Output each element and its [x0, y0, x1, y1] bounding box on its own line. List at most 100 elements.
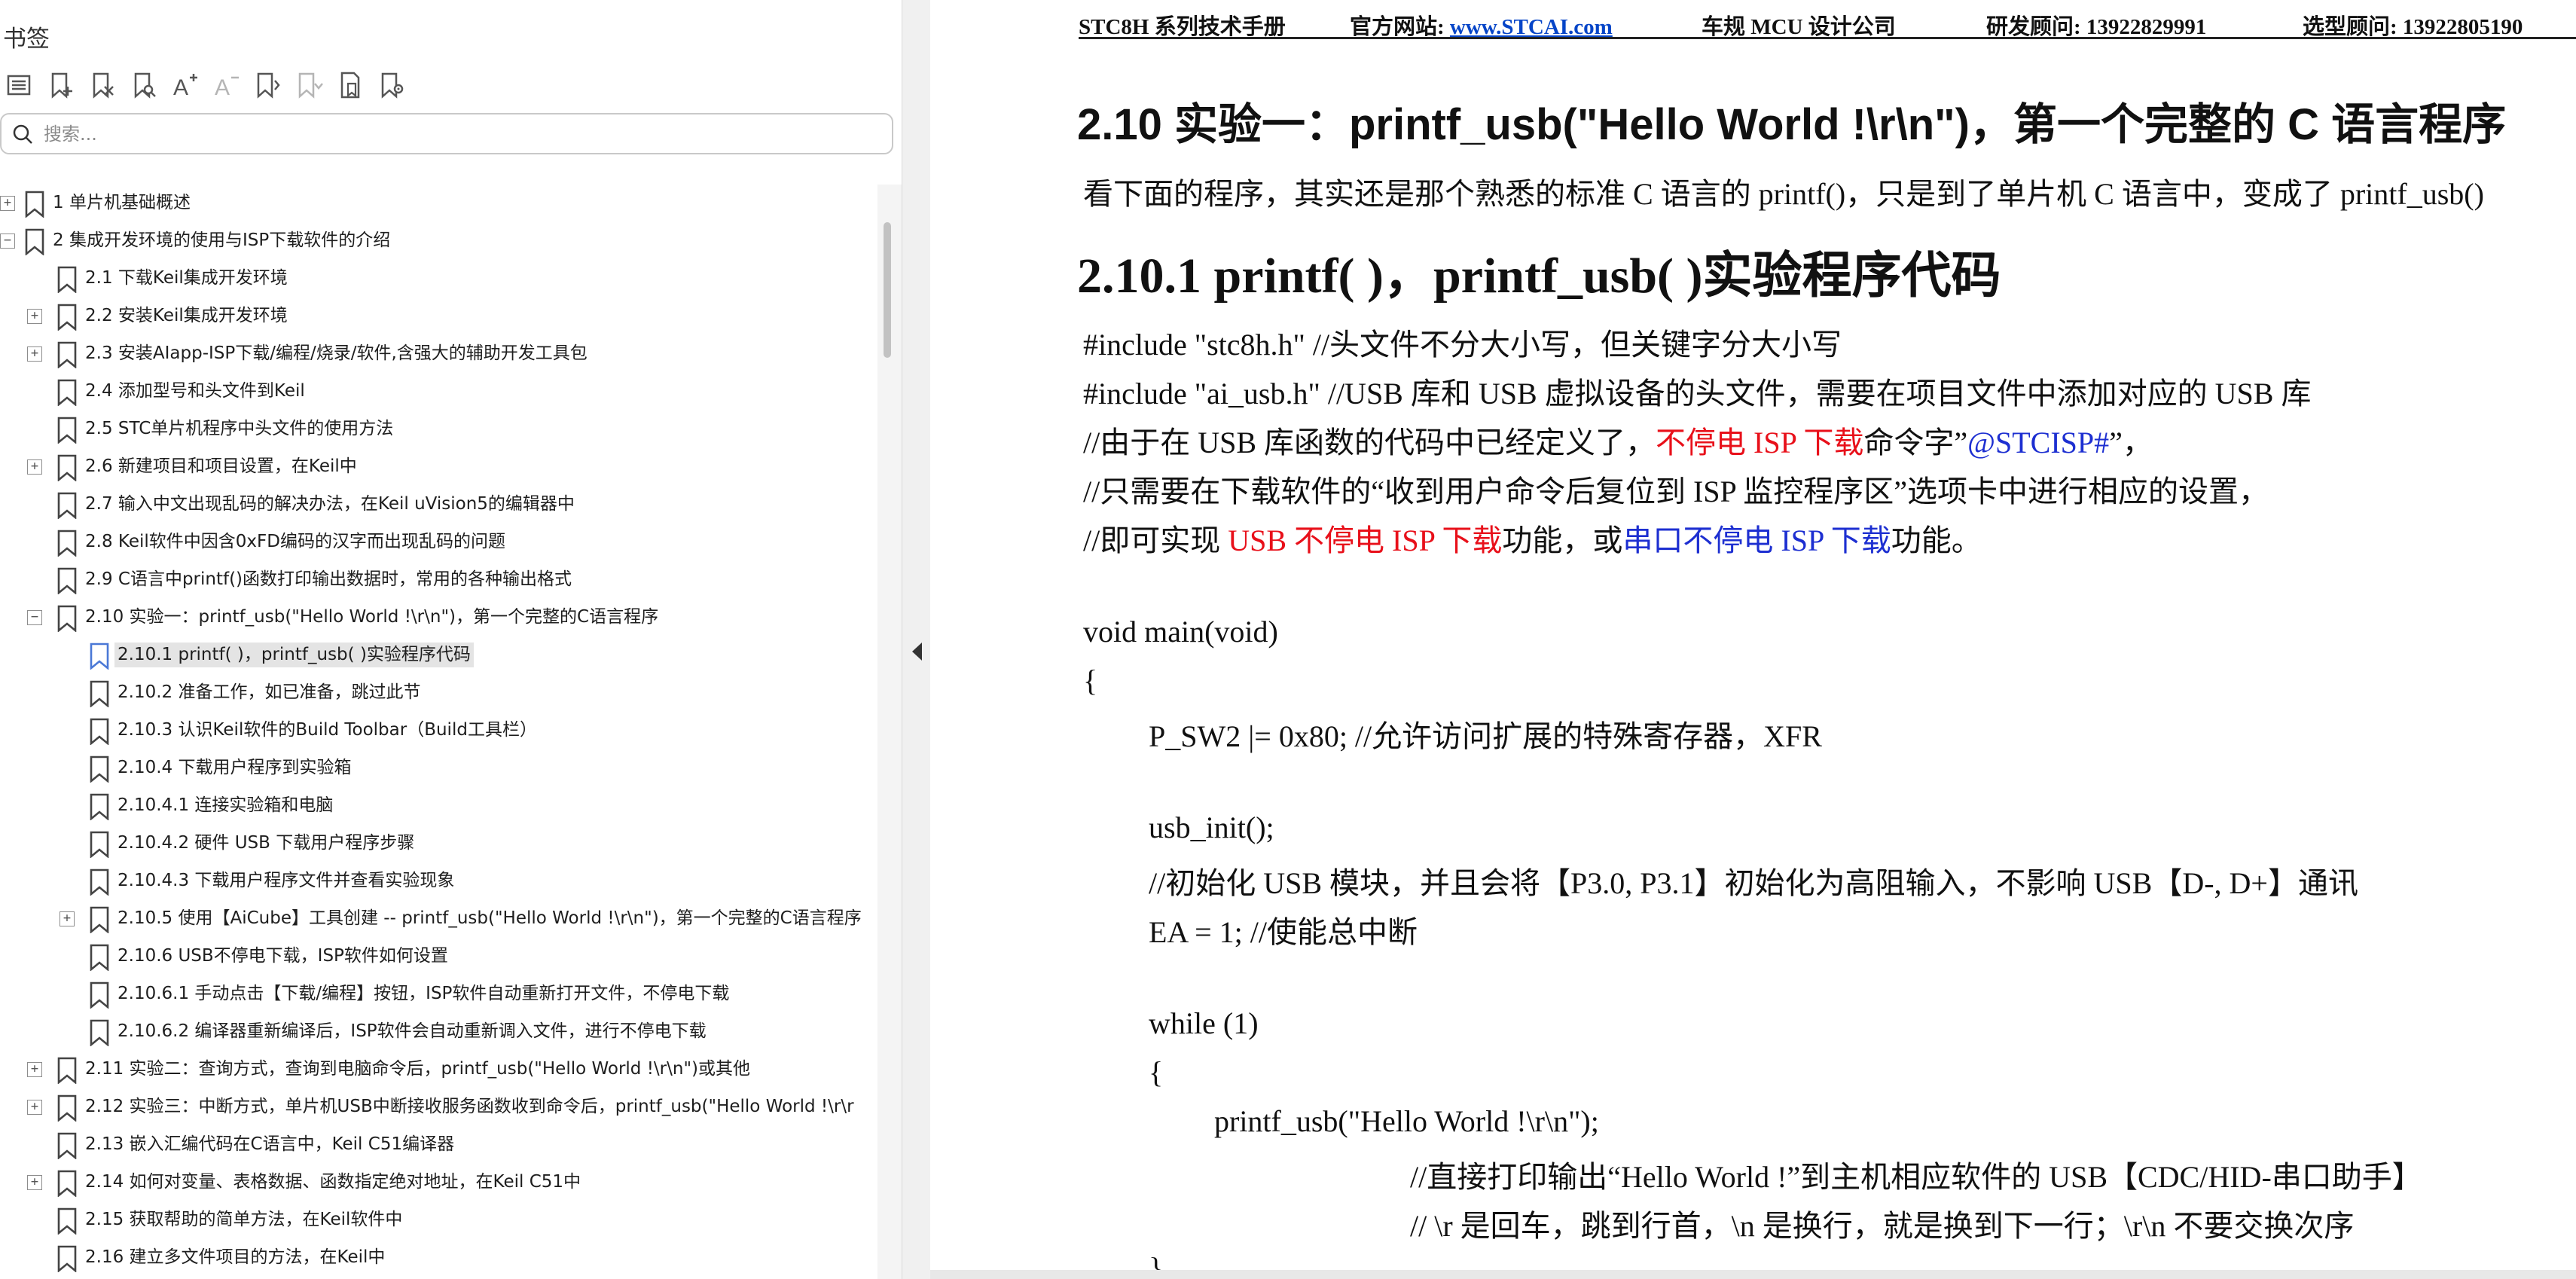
expand-toggle-icon[interactable]: + [27, 1175, 42, 1190]
selection-contact: 选型顾问: 13922805190 [2303, 15, 2523, 39]
bookmark-item[interactable]: 2.10.2 准备工作，如已准备，跳过此节 [0, 674, 877, 712]
bookmark-label: 2.9 C语言中printf()函数打印输出数据时，常用的各种输出格式 [85, 569, 572, 589]
expand-toggle-icon[interactable]: + [0, 196, 15, 211]
collapse-toggle-icon[interactable]: − [0, 234, 15, 249]
bookmark-icon [57, 1245, 77, 1272]
bookmark-icon [57, 304, 77, 331]
site-link[interactable]: www.STCAI.com [1450, 15, 1613, 39]
bookmark-item[interactable]: 2.10.4.1 连接实验箱和电脑 [0, 787, 877, 825]
comment-text: //由于在 USB 库函数的代码中已经定义了， [1083, 426, 1656, 459]
horizontal-scrollbar[interactable] [930, 1270, 2576, 1279]
bookmark-item[interactable]: 2.7 输入中文出现乱码的解决办法，在Keil uVision5的编辑器中 [0, 486, 877, 524]
bookmark-item[interactable]: 2.9 C语言中printf()函数打印输出数据时，常用的各种输出格式 [0, 561, 877, 599]
expand-all-icon[interactable] [290, 66, 328, 104]
add-bookmark-icon[interactable] [41, 66, 79, 104]
panel-title: 书签 [3, 26, 50, 53]
expand-toggle-icon[interactable]: + [27, 459, 42, 475]
bookmark-icon [57, 605, 77, 632]
bookmark-icon [57, 1094, 77, 1122]
panel-splitter[interactable] [902, 0, 930, 1279]
expand-toggle-icon[interactable]: + [27, 1100, 42, 1115]
bookmark-label: 2.10.2 准备工作，如已准备，跳过此节 [118, 682, 421, 702]
bookmark-item[interactable]: 2.10.6.1 手动点击【下载/编程】按钮，ISP软件自动重新打开文件，不停电… [0, 975, 877, 1013]
highlight-red: USB 不停电 ISP 下载 [1228, 524, 1503, 557]
search-input[interactable] [44, 123, 872, 145]
bookmark-icon [57, 1057, 77, 1084]
bookmark-item[interactable]: +2.12 实验三：中断方式，单片机USB中断接收服务函数收到命令后，print… [0, 1088, 877, 1126]
bookmark-properties-icon[interactable] [331, 66, 369, 104]
list-options-icon[interactable] [0, 66, 38, 104]
bookmark-label: 1 单片机基础概述 [53, 193, 191, 212]
expand-toggle-icon[interactable]: + [27, 309, 42, 324]
bookmark-label: 2.7 输入中文出现乱码的解决办法，在Keil uVision5的编辑器中 [85, 494, 575, 514]
bookmark-settings-icon[interactable] [373, 66, 411, 104]
company-tagline: 车规 MCU 设计公司 [1702, 15, 1896, 39]
bookmark-label: 2.10.4.1 连接实验箱和电脑 [118, 795, 334, 815]
code-line-brace-open: { [1083, 664, 1098, 697]
bookmark-icon [90, 1019, 109, 1046]
bookmark-item[interactable]: +1 单片机基础概述 [0, 185, 877, 222]
bookmark-item[interactable]: +2.10.5 使用【AiCube】工具创建 -- printf_usb("He… [0, 900, 877, 938]
bookmark-toolbar: A A [0, 66, 414, 104]
code-line-comment-3: //即可实现 USB 不停电 ISP 下载功能，或串口不停电 ISP 下载功能。 [1083, 516, 1982, 560]
bookmark-label: 2.12 实验三：中断方式，单片机USB中断接收服务函数收到命令后，printf… [85, 1097, 854, 1116]
bookmark-item[interactable]: − 2 集成开发环境的使用与ISP下载软件的介绍 [0, 222, 877, 260]
scrollbar-thumb[interactable] [884, 222, 891, 358]
bookmark-item[interactable]: +2.14 如何对变量、表格数据、函数指定绝对地址，在Keil C51中 [0, 1164, 877, 1201]
bookmark-item[interactable]: 2.16 建立多文件项目的方法，在Keil中 [0, 1239, 877, 1277]
bookmark-item[interactable]: 2.10.6 USB不停电下载，ISP软件如何设置 [0, 938, 877, 975]
bookmark-item[interactable]: − 2.10 实验一：printf_usb("Hello World !\r\n"… [0, 599, 877, 636]
bookmark-label: 2.5 STC单片机程序中头文件的使用方法 [85, 419, 394, 438]
bookmark-icon [57, 567, 77, 594]
shrink-text-size-icon[interactable]: A [207, 66, 245, 104]
bookmark-item[interactable]: +2.2 安装Keil集成开发环境 [0, 298, 877, 335]
bookmark-icon [25, 228, 44, 255]
bookmark-item[interactable]: +2.11 实验二：查询方式，查询到电脑命令后，printf_usb("Hell… [0, 1051, 877, 1088]
expand-text-size-icon[interactable]: A [166, 66, 203, 104]
code-line-comment-1: //由于在 USB 库函数的代码中已经定义了，不停电 ISP 下载命令字”@ST… [1083, 418, 2153, 462]
bookmark-item[interactable]: 2.10.4 下载用户程序到实验箱 [0, 749, 877, 787]
bookmark-icon [57, 417, 77, 444]
bookmark-item[interactable]: 2.1 下载Keil集成开发环境 [0, 260, 877, 298]
code-line-while: while (1) [1149, 1006, 1259, 1040]
expand-toggle-icon[interactable]: + [27, 1062, 42, 1077]
expand-toggle-icon[interactable]: + [60, 911, 75, 926]
delete-bookmark-icon[interactable] [83, 66, 121, 104]
code-line-while-brace: { [1149, 1055, 1164, 1089]
bookmark-item[interactable]: +2.6 新建项目和项目设置，在Keil中 [0, 448, 877, 486]
bookmark-label: 2.10 实验一：printf_usb("Hello World !\r\n")… [85, 607, 659, 627]
expand-toggle-icon[interactable]: + [27, 346, 42, 362]
bookmark-item[interactable]: 2.10.4.2 硬件 USB 下载用户程序步骤 [0, 825, 877, 862]
collapse-toggle-icon[interactable]: − [27, 610, 42, 625]
bookmark-scrollbar[interactable] [877, 185, 902, 1279]
bookmark-icon [57, 454, 77, 481]
code-line-usb-init-comment: //初始化 USB 模块，并且会将【P3.0, P3.1】初始化为高阻输入，不影… [1149, 866, 2358, 900]
bookmark-label: 2.10.4.2 硬件 USB 下载用户程序步骤 [118, 833, 415, 853]
bookmark-item[interactable]: 2.10.4.3 下载用户程序文件并查看实验现象 [0, 862, 877, 900]
bookmark-item[interactable]: +2.3 安装AIapp-ISP下载/编程/烧录/软件,含强大的辅助开发工具包 [0, 335, 877, 373]
bookmark-label: 2.10.6.1 手动点击【下载/编程】按钮，ISP软件自动重新打开文件，不停电… [118, 984, 730, 1003]
bookmark-label: 2.3 安装AIapp-ISP下载/编程/烧录/软件,含强大的辅助开发工具包 [85, 343, 588, 363]
bookmark-icon [57, 1207, 77, 1235]
highlight-red: 不停电 ISP 下载 [1656, 426, 1864, 459]
manual-title: STC8H 系列技术手册 [1079, 15, 1286, 39]
bookmark-item[interactable]: 2.13 嵌入汇编代码在C语言中，Keil C51编译器 [0, 1126, 877, 1164]
bookmark-item[interactable]: 2.4 添加型号和头文件到Keil [0, 373, 877, 411]
bookmark-item[interactable]: 2.10.6.2 编译器重新编译后，ISP软件会自动重新调入文件，进行不停电下载 [0, 1013, 877, 1051]
bookmark-item[interactable]: 2.15 获取帮助的简单方法，在Keil软件中 [0, 1201, 877, 1239]
bookmark-label: 2.8 Keil软件中因含0xFD编码的汉字而出现乱码的问题 [85, 532, 505, 551]
bookmark-label: 2.10.1 printf( )，printf_usb( )实验程序代码 [114, 643, 474, 667]
bookmark-item[interactable]: 2.5 STC单片机程序中头文件的使用方法 [0, 411, 877, 448]
bookmark-icon [57, 1170, 77, 1197]
bookmark-item[interactable]: 2.10.3 认识Keil软件的Build Toolbar（Build工具栏） [0, 712, 877, 749]
bookmark-label: 2.2 安装Keil集成开发环境 [85, 306, 288, 325]
bookmark-item[interactable]: 2.10.1 printf( )，printf_usb( )实验程序代码 [0, 636, 877, 674]
collapse-panel-icon[interactable] [912, 643, 922, 661]
find-bookmark-icon[interactable] [124, 66, 162, 104]
bookmark-item[interactable]: 2.8 Keil软件中因含0xFD编码的汉字而出现乱码的问题 [0, 524, 877, 561]
bookmark-label: 2.1 下载Keil集成开发环境 [85, 268, 288, 288]
bookmark-label: 2.4 添加型号和头文件到Keil [85, 381, 305, 401]
comment-text: 功能，或 [1502, 524, 1623, 557]
collapse-all-icon[interactable] [249, 66, 286, 104]
code-line-include-usb: #include "ai_usb.h" //USB 库和 USB 虚拟设备的头文… [1083, 377, 2312, 411]
